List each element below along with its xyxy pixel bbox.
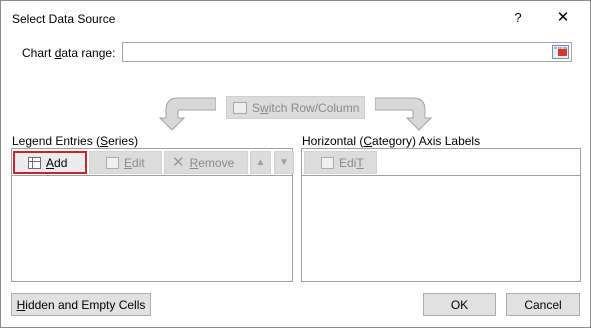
edit-table-icon [106,156,119,169]
title-bar: Select Data Source ? ✕ [1,1,590,35]
remove-x-icon: ✕ [172,153,185,171]
axis-labels-panel: EdiT [301,148,581,282]
cancel-button[interactable]: Cancel [506,293,580,316]
switch-row-column-button[interactable]: Switch Row/Column [226,96,365,119]
hidden-empty-label: Hidden and Empty Cells [16,297,146,312]
move-down-button[interactable]: ▼ [274,151,294,174]
legend-entries-panel: Add Edit ✕ Remove ▲ ▼ [11,148,294,282]
edit-series-button[interactable]: Edit [89,151,162,174]
add-table-icon [28,156,41,169]
move-up-button[interactable]: ▲ [250,151,271,174]
help-button[interactable]: ? [506,7,530,29]
axis-labels-label: Horizontal (Category) Axis Labels [302,134,481,148]
range-picker-icon[interactable] [552,45,569,59]
legend-entries-list[interactable] [12,177,292,281]
close-button[interactable]: ✕ [551,7,575,29]
switch-label: Switch Row/Column [252,100,360,115]
edit-axis-labels-button[interactable]: EdiT [304,151,377,174]
ok-button[interactable]: OK [423,293,496,316]
axis-toolbar: EdiT [302,149,580,176]
remove-series-button[interactable]: ✕ Remove [164,151,248,174]
remove-label: Remove [189,155,235,170]
switch-grid-icon [233,101,247,114]
triangle-up-icon: ▲ [255,157,266,168]
legend-toolbar: Add Edit ✕ Remove ▲ ▼ [12,149,294,176]
edit-label: Edit [124,155,145,170]
curved-arrow-right-icon [375,97,433,131]
label-text: ata range: [61,46,116,60]
add-series-button[interactable]: Add [13,151,87,174]
legend-entries-label: Legend Entries (Series) [12,134,139,148]
axis-edit-label: EdiT [339,155,364,170]
chart-data-range-label: Chart data range: [22,46,115,60]
curved-arrow-left-icon [158,97,216,131]
add-label: Add [46,155,68,170]
chart-data-range-input[interactable] [122,42,572,62]
triangle-down-icon: ▼ [279,157,289,168]
label-text: Chart [22,46,55,60]
select-data-source-dialog: Select Data Source ? ✕ Chart data range:… [0,0,591,328]
dialog-title: Select Data Source [12,12,116,26]
edit-table-icon [321,156,334,169]
hidden-empty-cells-button[interactable]: Hidden and Empty Cells [11,293,151,316]
axis-labels-list[interactable] [302,177,580,281]
